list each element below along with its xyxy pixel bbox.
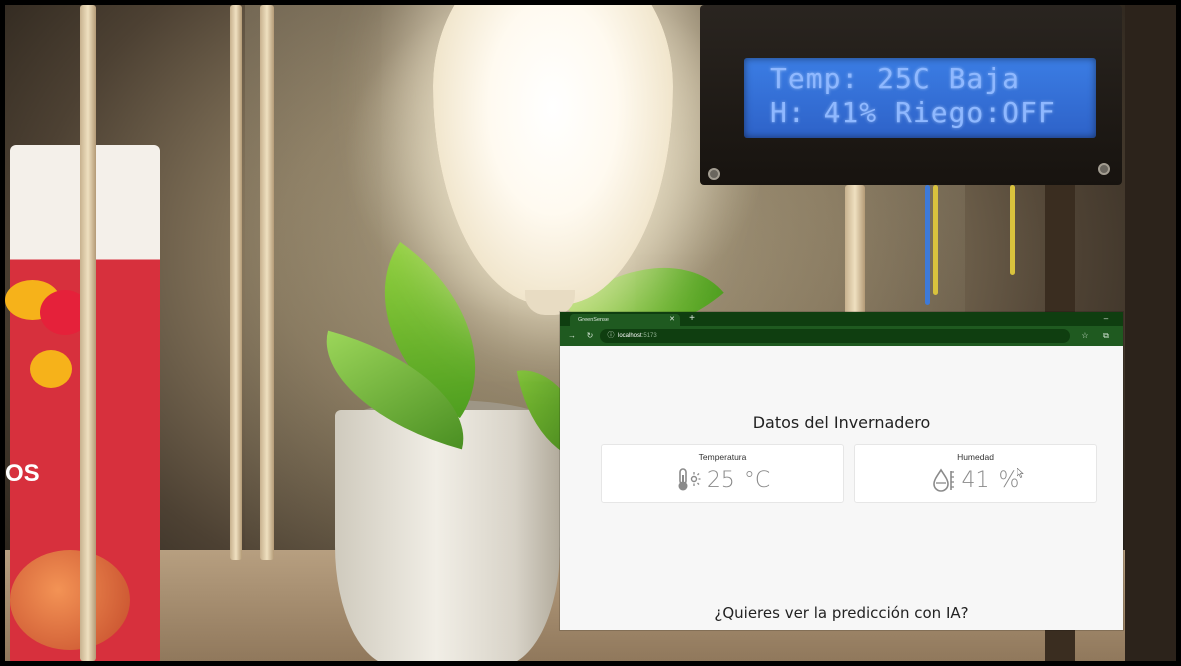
new-tab-button[interactable]: + (686, 313, 698, 325)
peach-illustration (10, 550, 130, 650)
temperature-number: 25 (706, 467, 735, 493)
lcd-line-2: H: 41% Riego:OFF (770, 96, 1056, 129)
jumper-wire (925, 185, 930, 305)
temperature-label: Temperatura (698, 452, 747, 462)
jumper-wire (1010, 185, 1015, 275)
humidity-label: Humedad (957, 452, 994, 462)
lcd-line-1: Temp: 25C Baja (770, 62, 1021, 95)
forward-arrow-icon[interactable]: → (566, 330, 578, 342)
temperature-value-row: 25 °C (602, 465, 843, 495)
bookmark-star-icon[interactable]: ☆ (1079, 330, 1091, 342)
temperature-value: 25 °C (707, 468, 770, 493)
tab-title: GreenSense (578, 317, 609, 323)
site-info-icon[interactable]: ⓘ (605, 330, 617, 342)
temperature-card: Temperatura 25 °C (601, 444, 844, 503)
ai-prediction-prompt[interactable]: ¿Quieres ver la predicción con IA? (560, 604, 1123, 622)
page-viewport: Datos del Invernadero Temperatura 25 °C … (560, 346, 1123, 630)
dark-post (1125, 5, 1176, 661)
address-bar[interactable]: ⓘ localhost:5173 (600, 329, 1070, 343)
humidity-card: Humedad 41 % (854, 444, 1097, 503)
humidity-value: 41 % (962, 468, 1020, 493)
close-icon[interactable]: ✕ (667, 314, 677, 326)
jumper-wire (933, 185, 938, 295)
url-host: localhost (618, 333, 642, 339)
thermometer-sun-icon (675, 467, 701, 493)
wooden-stick (80, 5, 96, 661)
humidity-number: 41 (961, 467, 990, 493)
url-port: :5173 (641, 333, 657, 339)
lcd-mount-hole (708, 168, 720, 180)
wooden-stick (230, 5, 242, 560)
tab-bar: GreenSense ✕ + – (560, 312, 1123, 326)
carton-text: OS (5, 460, 40, 487)
wooden-stick (260, 5, 274, 560)
wooden-stick (845, 185, 865, 321)
flower-pot (335, 410, 560, 661)
reload-icon[interactable]: ↻ (584, 330, 596, 342)
lcd-mount-hole (1098, 163, 1110, 175)
browser-toolbar: → ↻ ⓘ localhost:5173 ☆ ⧉ (560, 326, 1123, 346)
page-title: Datos del Invernadero (752, 413, 931, 432)
temperature-unit: °C (743, 467, 771, 493)
humidity-value-row: 41 % (855, 465, 1096, 495)
water-drop-gauge-icon (932, 467, 956, 493)
extensions-icon[interactable]: ⧉ (1100, 330, 1112, 342)
minimize-icon[interactable]: – (1100, 313, 1112, 325)
carton-logo-petal (30, 350, 72, 388)
tab-greensense[interactable]: GreenSense ✕ (570, 314, 680, 326)
mouse-cursor-icon (1017, 468, 1024, 478)
address-url: localhost:5173 (618, 329, 657, 343)
browser-window: GreenSense ✕ + – → ↻ ⓘ localhost:5173 ☆ … (560, 312, 1123, 630)
